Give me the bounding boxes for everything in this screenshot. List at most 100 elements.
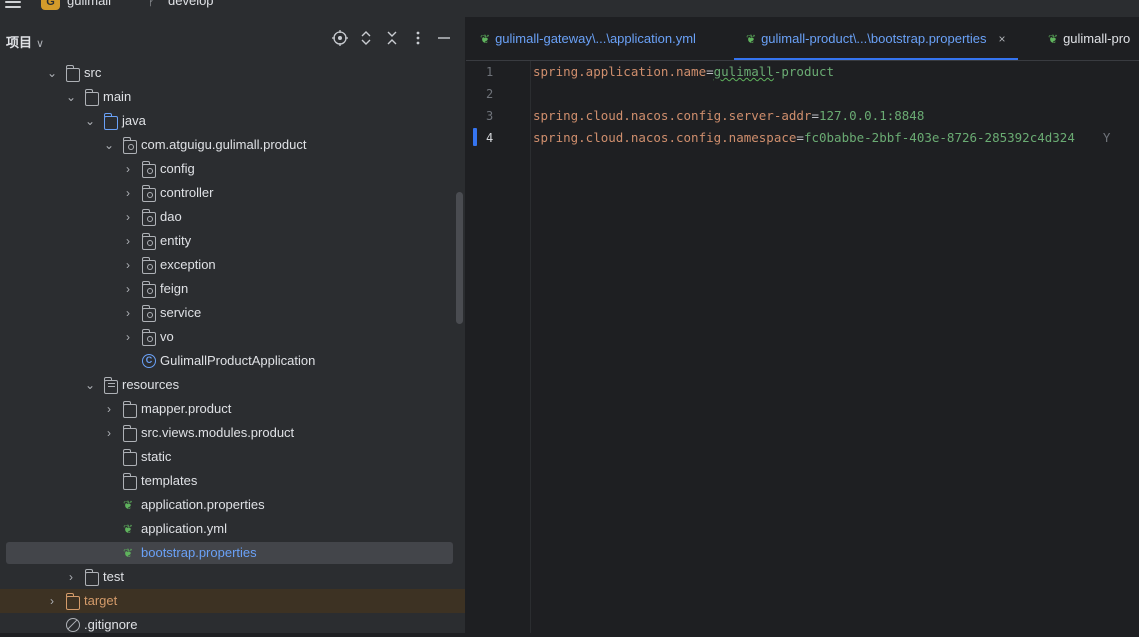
project-tree: ⌄ src ⌄ main ⌄ java ⌄ com.atguigu.gulima… xyxy=(0,61,465,637)
tree-node-application-properties[interactable]: ❦ application.properties xyxy=(0,493,465,517)
tree-node-label: config xyxy=(160,161,195,176)
chevron-down-icon[interactable]: ⌄ xyxy=(103,133,115,157)
code-line-3[interactable]: spring.cloud.nacos.config.server-addr=12… xyxy=(533,105,924,127)
chevron-right-icon[interactable]: › xyxy=(122,181,134,205)
folder-icon xyxy=(123,401,137,418)
code-line-4[interactable]: spring.cloud.nacos.config.namespace=fc0b… xyxy=(533,127,1110,149)
chevron-right-icon[interactable]: › xyxy=(122,205,134,229)
branch-name[interactable]: develop xyxy=(168,0,214,8)
folder-icon xyxy=(85,569,99,586)
folder-icon xyxy=(66,65,80,82)
chevron-right-icon[interactable]: › xyxy=(122,277,134,301)
inline-hint: Y xyxy=(1102,130,1111,145)
chevron-right-icon[interactable]: › xyxy=(65,565,77,589)
chevron-right-icon[interactable]: › xyxy=(122,253,134,277)
tree-node-package-root[interactable]: ⌄ com.atguigu.gulimall.product xyxy=(0,133,465,157)
tree-node-label: exception xyxy=(160,257,216,272)
tree-node-label: vo xyxy=(160,329,174,344)
chevron-down-icon[interactable]: ⌄ xyxy=(84,373,96,397)
spring-config-icon: ❦ xyxy=(1048,32,1059,46)
close-icon[interactable]: × xyxy=(999,32,1006,46)
chevron-right-icon[interactable]: › xyxy=(46,589,58,613)
chevron-down-icon[interactable]: ⌄ xyxy=(84,109,96,133)
chevron-right-icon[interactable]: › xyxy=(122,325,134,349)
tree-node-templates[interactable]: templates xyxy=(0,469,465,493)
property-key: spring.cloud.nacos.config.server-addr xyxy=(533,108,812,123)
chevron-right-icon[interactable]: › xyxy=(122,157,134,181)
tree-node-label: static xyxy=(141,449,172,464)
tree-node-label: .gitignore xyxy=(84,617,138,632)
tab-product-overflow[interactable]: ❦ gulimall-pro xyxy=(1048,17,1130,60)
hide-panel-icon[interactable] xyxy=(435,30,453,48)
chevron-right-icon[interactable]: › xyxy=(103,421,115,445)
tree-node-test[interactable]: › test xyxy=(0,565,465,589)
tree-node-dao[interactable]: › dao xyxy=(0,205,465,229)
tree-node-controller[interactable]: › controller xyxy=(0,181,465,205)
folder-icon xyxy=(123,449,137,466)
spring-config-icon: ❦ xyxy=(746,32,757,46)
chevron-down-icon[interactable]: ⌄ xyxy=(46,61,58,85)
resources-folder-icon xyxy=(104,377,118,394)
equals-sign: = xyxy=(706,64,714,79)
tree-node-exception[interactable]: › exception xyxy=(0,253,465,277)
spring-config-icon: ❦ xyxy=(123,546,134,560)
tree-node-target[interactable]: › target xyxy=(0,589,465,613)
tree-node-src-views[interactable]: › src.views.modules.product xyxy=(0,421,465,445)
project-view-selector[interactable]: 项目 ∨ xyxy=(6,32,44,51)
chevron-right-icon[interactable]: › xyxy=(122,229,134,253)
tree-node-mapper-product[interactable]: › mapper.product xyxy=(0,397,465,421)
tree-node-application-yml[interactable]: ❦ application.yml xyxy=(0,517,465,541)
tree-node-bootstrap-properties[interactable]: ❦ bootstrap.properties xyxy=(0,541,465,565)
tab-gateway-application-yml[interactable]: ❦ gulimall-gateway\...\application.yml xyxy=(480,17,696,60)
line-number: 1 xyxy=(486,65,494,79)
chevron-right-icon[interactable]: › xyxy=(103,397,115,421)
tree-node-label: controller xyxy=(160,185,214,200)
locate-file-icon[interactable] xyxy=(331,30,349,48)
tree-scrollbar[interactable] xyxy=(456,192,463,324)
tree-node-application-class[interactable]: C GulimallProductApplication xyxy=(0,349,465,373)
property-value: 127.0.0.1:8848 xyxy=(818,108,925,123)
property-key: spring.cloud.nacos.config.namespace xyxy=(533,130,797,145)
project-badge[interactable]: G xyxy=(41,0,60,10)
chevron-down-icon: ∨ xyxy=(36,38,45,50)
tree-node-label: src.views.modules.product xyxy=(141,425,295,440)
chevron-down-icon[interactable]: ⌄ xyxy=(65,85,77,109)
tree-node-feign[interactable]: › feign xyxy=(0,277,465,301)
source-folder-icon xyxy=(104,113,118,130)
expand-all-icon[interactable] xyxy=(357,30,375,48)
tree-node-label: dao xyxy=(160,209,182,224)
excluded-folder-icon xyxy=(66,593,80,610)
tree-node-label: com.atguigu.gulimall.product xyxy=(141,137,307,152)
line-number-current: 4 xyxy=(486,131,494,145)
property-value-typo: gulimall xyxy=(713,64,774,79)
more-options-icon[interactable] xyxy=(409,30,427,48)
spring-config-icon: ❦ xyxy=(123,522,134,536)
tree-node-service[interactable]: › service xyxy=(0,301,465,325)
tree-node-label: feign xyxy=(160,281,189,296)
tree-node-src[interactable]: ⌄ src xyxy=(0,61,465,85)
tree-node-resources[interactable]: ⌄ resources xyxy=(0,373,465,397)
project-panel-header: 项目 ∨ xyxy=(0,17,465,61)
tree-node-static[interactable]: static xyxy=(0,445,465,469)
tree-node-label: mapper.product xyxy=(141,401,232,416)
chevron-right-icon[interactable]: › xyxy=(122,301,134,325)
tree-node-main[interactable]: ⌄ main xyxy=(0,85,465,109)
code-line-1[interactable]: spring.application.name=gulimall-product xyxy=(533,61,834,83)
equals-sign: = xyxy=(796,130,804,145)
tree-node-gitignore[interactable]: .gitignore xyxy=(0,613,465,637)
package-icon xyxy=(142,185,156,202)
hamburger-menu-icon[interactable] xyxy=(5,0,21,11)
tab-product-bootstrap-properties[interactable]: ❦ gulimall-product\...\bootstrap.properti… xyxy=(734,17,1018,60)
package-icon xyxy=(123,137,137,154)
tree-node-config[interactable]: › config xyxy=(0,157,465,181)
project-name[interactable]: gulimall xyxy=(67,0,111,8)
folder-icon xyxy=(123,473,137,490)
tree-node-java[interactable]: ⌄ java xyxy=(0,109,465,133)
line-number: 3 xyxy=(486,109,494,123)
equals-sign: = xyxy=(811,108,819,123)
spring-config-icon: ❦ xyxy=(123,498,134,512)
tree-node-label: src xyxy=(84,65,102,80)
tree-node-vo[interactable]: › vo xyxy=(0,325,465,349)
collapse-all-icon[interactable] xyxy=(383,30,401,48)
tree-node-entity[interactable]: › entity xyxy=(0,229,465,253)
